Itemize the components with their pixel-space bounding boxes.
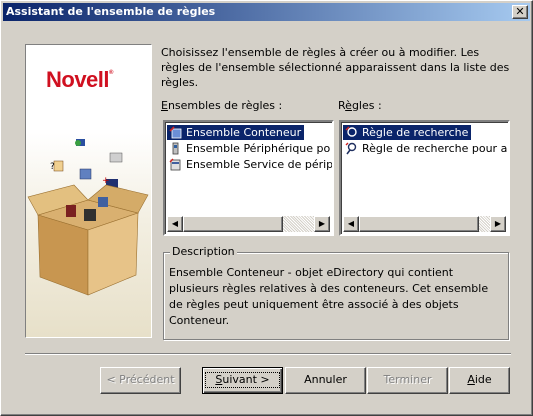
list-item-label: Ensemble Conteneur <box>186 126 302 139</box>
scroll-thumb[interactable] <box>183 216 283 232</box>
list-item-label: Règle de recherche pour a <box>362 142 508 155</box>
finish-button[interactable]: Terminer <box>367 367 448 394</box>
help-button[interactable]: Aide <box>449 367 510 394</box>
wizard-window: Assistant de l'ensemble de règles ✕ Nove… <box>0 0 533 416</box>
finish-button-label: Terminer <box>383 373 432 386</box>
list-item-service-ruleset[interactable]: Ensemble Service de périp <box>167 157 334 172</box>
next-button[interactable]: Suivant > <box>202 367 283 394</box>
rules-label-mnemonic: è <box>345 99 352 112</box>
scroll-left-button[interactable]: ◀ <box>343 216 359 232</box>
list-item-device-ruleset[interactable]: Ensemble Périphérique po <box>167 141 332 156</box>
rules-label-text: gles : <box>351 99 382 112</box>
container-ruleset-icon <box>169 126 182 139</box>
rules-label: Règles : <box>338 99 382 113</box>
close-icon: ✕ <box>515 5 525 18</box>
scroll-left-button[interactable]: ◀ <box>167 216 183 232</box>
arrow-left-icon: ◀ <box>347 219 355 228</box>
button-separator <box>25 353 511 355</box>
rulesets-label-mnemonic: E <box>161 99 168 112</box>
list-item-search-rule[interactable]: Règle de recherche <box>343 125 472 140</box>
logo-mark: ® <box>109 70 113 76</box>
rulesets-hscrollbar[interactable]: ◀ ▶ <box>167 216 330 232</box>
previous-button[interactable]: < Précédent <box>100 367 181 394</box>
help-button-mnemonic: A <box>467 373 475 386</box>
list-item-label: Ensemble Périphérique po <box>186 142 331 155</box>
box-illustration-icon: ? + <box>27 139 149 296</box>
svg-text:+: + <box>102 176 110 186</box>
arrow-right-icon: ▶ <box>318 219 326 228</box>
rules-hscrollbar[interactable]: ◀ ▶ <box>343 216 506 232</box>
intro-text: Choisissez l'ensemble de règles à créer … <box>161 46 510 89</box>
rulesets-label-text: nsembles de règles : <box>167 99 283 112</box>
scroll-right-button[interactable]: ▶ <box>314 216 330 232</box>
scroll-right-button[interactable]: ▶ <box>490 216 506 232</box>
wizard-illustration: Novell® ? + <box>25 44 152 338</box>
description-group: Description Ensemble Conteneur - objet e… <box>163 245 509 340</box>
next-button-focus: Suivant > <box>205 372 280 388</box>
novell-logo: Novell® <box>46 67 113 93</box>
rulesets-listbox[interactable]: Ensemble Conteneur Ensemble Périphérique… <box>163 120 334 236</box>
cancel-button[interactable]: Annuler <box>285 367 366 394</box>
search-rule-icon <box>345 142 357 155</box>
service-ruleset-icon <box>169 158 181 171</box>
rules-listbox[interactable]: Règle de recherche Règle de recherche po… <box>339 120 510 236</box>
description-text: Ensemble Conteneur - objet eDirectory qu… <box>169 266 489 327</box>
floating-object-icons: ? + <box>50 139 123 188</box>
list-item-label: Règle de recherche <box>362 126 469 139</box>
device-ruleset-icon <box>172 142 179 155</box>
arrow-right-icon: ▶ <box>494 219 502 228</box>
rulesets-label: Ensembles de règles : <box>161 99 282 113</box>
scroll-thumb[interactable] <box>359 216 479 232</box>
help-button-label: ide <box>474 373 492 386</box>
logo-text: Novell <box>46 67 110 92</box>
cancel-button-label: Annuler <box>304 373 347 386</box>
list-item-label: Ensemble Service de périp <box>186 158 334 171</box>
search-rule-icon <box>345 126 357 137</box>
list-item-container-ruleset[interactable]: Ensemble Conteneur <box>167 125 305 140</box>
next-button-label: uivant > <box>222 373 270 386</box>
arrow-left-icon: ◀ <box>171 219 179 228</box>
close-button[interactable]: ✕ <box>512 5 528 19</box>
description-legend: Description <box>170 245 237 258</box>
window-title: Assistant de l'ensemble de règles <box>6 5 216 18</box>
open-box <box>27 184 149 296</box>
title-bar: Assistant de l'ensemble de règles ✕ <box>3 3 530 21</box>
svg-text:?: ? <box>50 162 55 172</box>
list-item-search-rule-for[interactable]: Règle de recherche pour a <box>343 141 508 156</box>
previous-button-label: < Précédent <box>106 373 175 386</box>
